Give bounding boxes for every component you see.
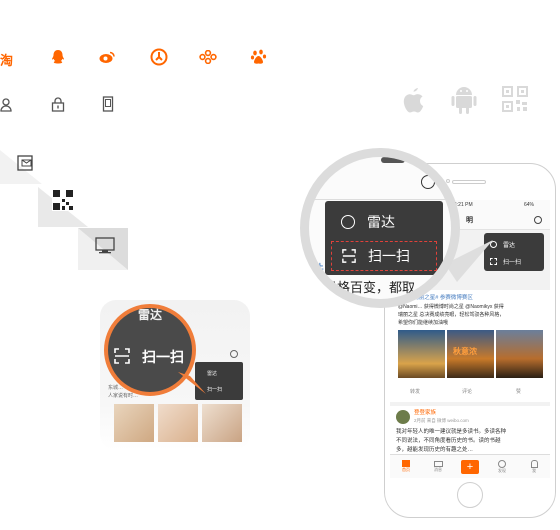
post-text-line: 瑞丽之星 总决赛成绩亮眼，轻松驾驭各种风格，: [398, 312, 505, 318]
post-meta: 2月前 来自 微博 weibo.com: [414, 418, 469, 423]
qq-icon: [49, 48, 67, 66]
mini-magnifier-scan-row[interactable]: 扫一扫: [108, 344, 192, 370]
post-text-line: @Naomi… 获得微博时尚之星 @Naomikyx 获得: [398, 304, 504, 310]
scan-icon: [342, 249, 356, 263]
user-icon: [0, 97, 16, 113]
tab-messages[interactable]: 消息: [422, 455, 454, 478]
lens-behind-text: 手风格百变，都取: [311, 280, 416, 295]
post-image[interactable]: [398, 330, 445, 378]
tab-label: 我: [532, 467, 536, 473]
post-repost-button[interactable]: 转发: [410, 388, 420, 396]
mini-magnifier-scan-label: 扫一扫: [142, 349, 184, 365]
phone-speaker: [452, 180, 486, 184]
lens-divider: [309, 199, 451, 200]
baidu-icon: [250, 48, 268, 66]
post-like-button[interactable]: 赞: [516, 388, 521, 396]
tab-label: 消息: [434, 466, 442, 472]
lock-icon: [50, 96, 66, 112]
weibo-icon: [98, 48, 116, 66]
scan-icon: [114, 348, 130, 364]
taobao-text: 淘: [0, 53, 14, 68]
phone-menu-radar-label: 雷达: [503, 242, 516, 249]
alipay-icon: [199, 49, 217, 68]
discover-icon: [498, 459, 506, 468]
post-text-line: 多，越能发现历史的有趣之处…: [396, 447, 474, 453]
corner-monitor-badge: [78, 228, 128, 270]
tab-me[interactable]: 我: [518, 455, 550, 478]
corner-mail-badge: [0, 150, 42, 184]
mini-magnifier-top-label: 雷达: [138, 308, 163, 322]
radar-icon[interactable]: [421, 175, 435, 189]
mini-magnifier-pointer: [178, 372, 206, 394]
tab-label: 首页: [402, 467, 410, 472]
mini-photo: [158, 404, 198, 442]
tab-label: 发现: [498, 467, 506, 473]
tab-compose[interactable]: +: [454, 455, 486, 478]
plus-icon: +: [461, 459, 479, 474]
tab-bar: 首页 消息 + 发现 我: [390, 454, 550, 478]
phone-camera: [446, 179, 450, 183]
magnifier-lens: 株 手风格百变，都取 雷达 扫一扫: [300, 148, 460, 308]
apple-icon: [398, 84, 428, 121]
corner-qrcode-badge: [38, 187, 88, 227]
lens-menu-radar-label: 雷达: [367, 214, 395, 230]
avatar[interactable]: [396, 410, 410, 424]
post-user-name[interactable]: 登登家族: [414, 409, 436, 417]
radar-icon[interactable]: [534, 216, 542, 224]
phone-icon: [100, 96, 116, 112]
lens-dropdown-menu: 雷达 扫一扫: [325, 201, 443, 275]
qrcode-icon: [502, 86, 528, 117]
radar-icon: [341, 215, 355, 229]
mini-photo: [202, 404, 242, 442]
tab-home[interactable]: 首页: [390, 455, 422, 478]
mini-photo: [114, 404, 154, 442]
phone-menu-scan-label: 扫一扫: [503, 259, 522, 266]
lens-menu-scan[interactable]: 扫一扫: [331, 241, 437, 271]
status-battery: 64%: [524, 202, 535, 208]
lens-behind-text-left: 株: [311, 262, 325, 277]
renren-icon: [150, 48, 168, 66]
phone-home-button[interactable]: [457, 482, 483, 508]
lens-menu-radar[interactable]: 雷达: [325, 207, 443, 237]
user-icon: [530, 459, 538, 468]
mini-menu-scan[interactable]: 扫一扫: [207, 386, 222, 394]
feed-post: #2015瑞丽之星# 参赛微博赛区 @Naomi… 获得微博时尚之星 @Naom…: [390, 290, 550, 402]
post-image[interactable]: [496, 330, 543, 378]
taobao-icon: 淘: [0, 50, 18, 68]
post-text-line: 不同说法，不同角度看历史的书。读的书越: [396, 438, 501, 444]
post-text-line: 希望你们能继续加油哦: [398, 320, 449, 326]
android-icon: [451, 85, 477, 120]
home-icon: [402, 460, 410, 467]
tab-discover[interactable]: 发现: [486, 455, 518, 478]
mini-menu-radar[interactable]: 雷达: [207, 370, 217, 378]
lens-menu-scan-label: 扫一扫: [368, 248, 410, 264]
nav-title: 明: [466, 217, 473, 224]
lens-status-glyphs: [381, 157, 405, 163]
post-text-line: 我对年轻人的唯一建议就是多读书。多读各种: [396, 429, 507, 435]
post-image[interactable]: 秋意浓: [447, 330, 494, 378]
mini-radar-icon: [230, 350, 238, 358]
post-image-caption: 秋意浓: [453, 347, 477, 356]
post-comment-button[interactable]: 评论: [462, 388, 472, 396]
